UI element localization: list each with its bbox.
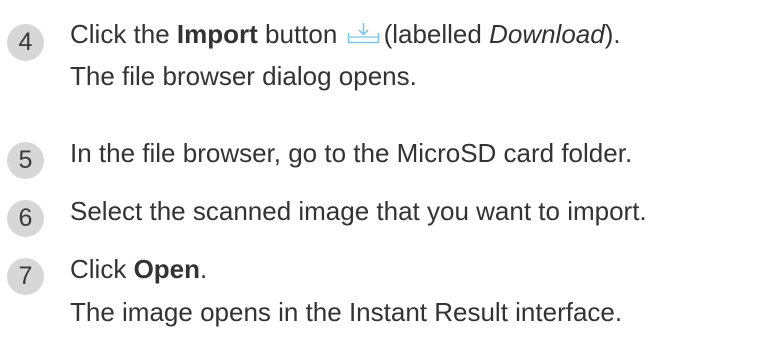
step-6-instruction: Select the scanned image that you want t… (70, 196, 647, 226)
step-5-instruction: In the file browser, go to the MicroSD c… (70, 138, 633, 168)
import-label: Import (176, 19, 258, 49)
step-number-badge: 7 (7, 258, 44, 295)
step-number-badge: 4 (7, 24, 44, 61)
download-tray-icon (347, 18, 380, 44)
open-label: Open (133, 254, 201, 284)
step-7-instruction: Click Open. (70, 254, 208, 284)
step-number-badge: 5 (7, 142, 44, 179)
step-number-badge: 6 (7, 200, 44, 237)
step-4-instruction: Click the Import button (labelled Downlo… (70, 18, 621, 49)
step-4-result: The file browser dialog opens. (70, 61, 417, 91)
step-7-result: The image opens in the Instant Result in… (70, 297, 623, 327)
